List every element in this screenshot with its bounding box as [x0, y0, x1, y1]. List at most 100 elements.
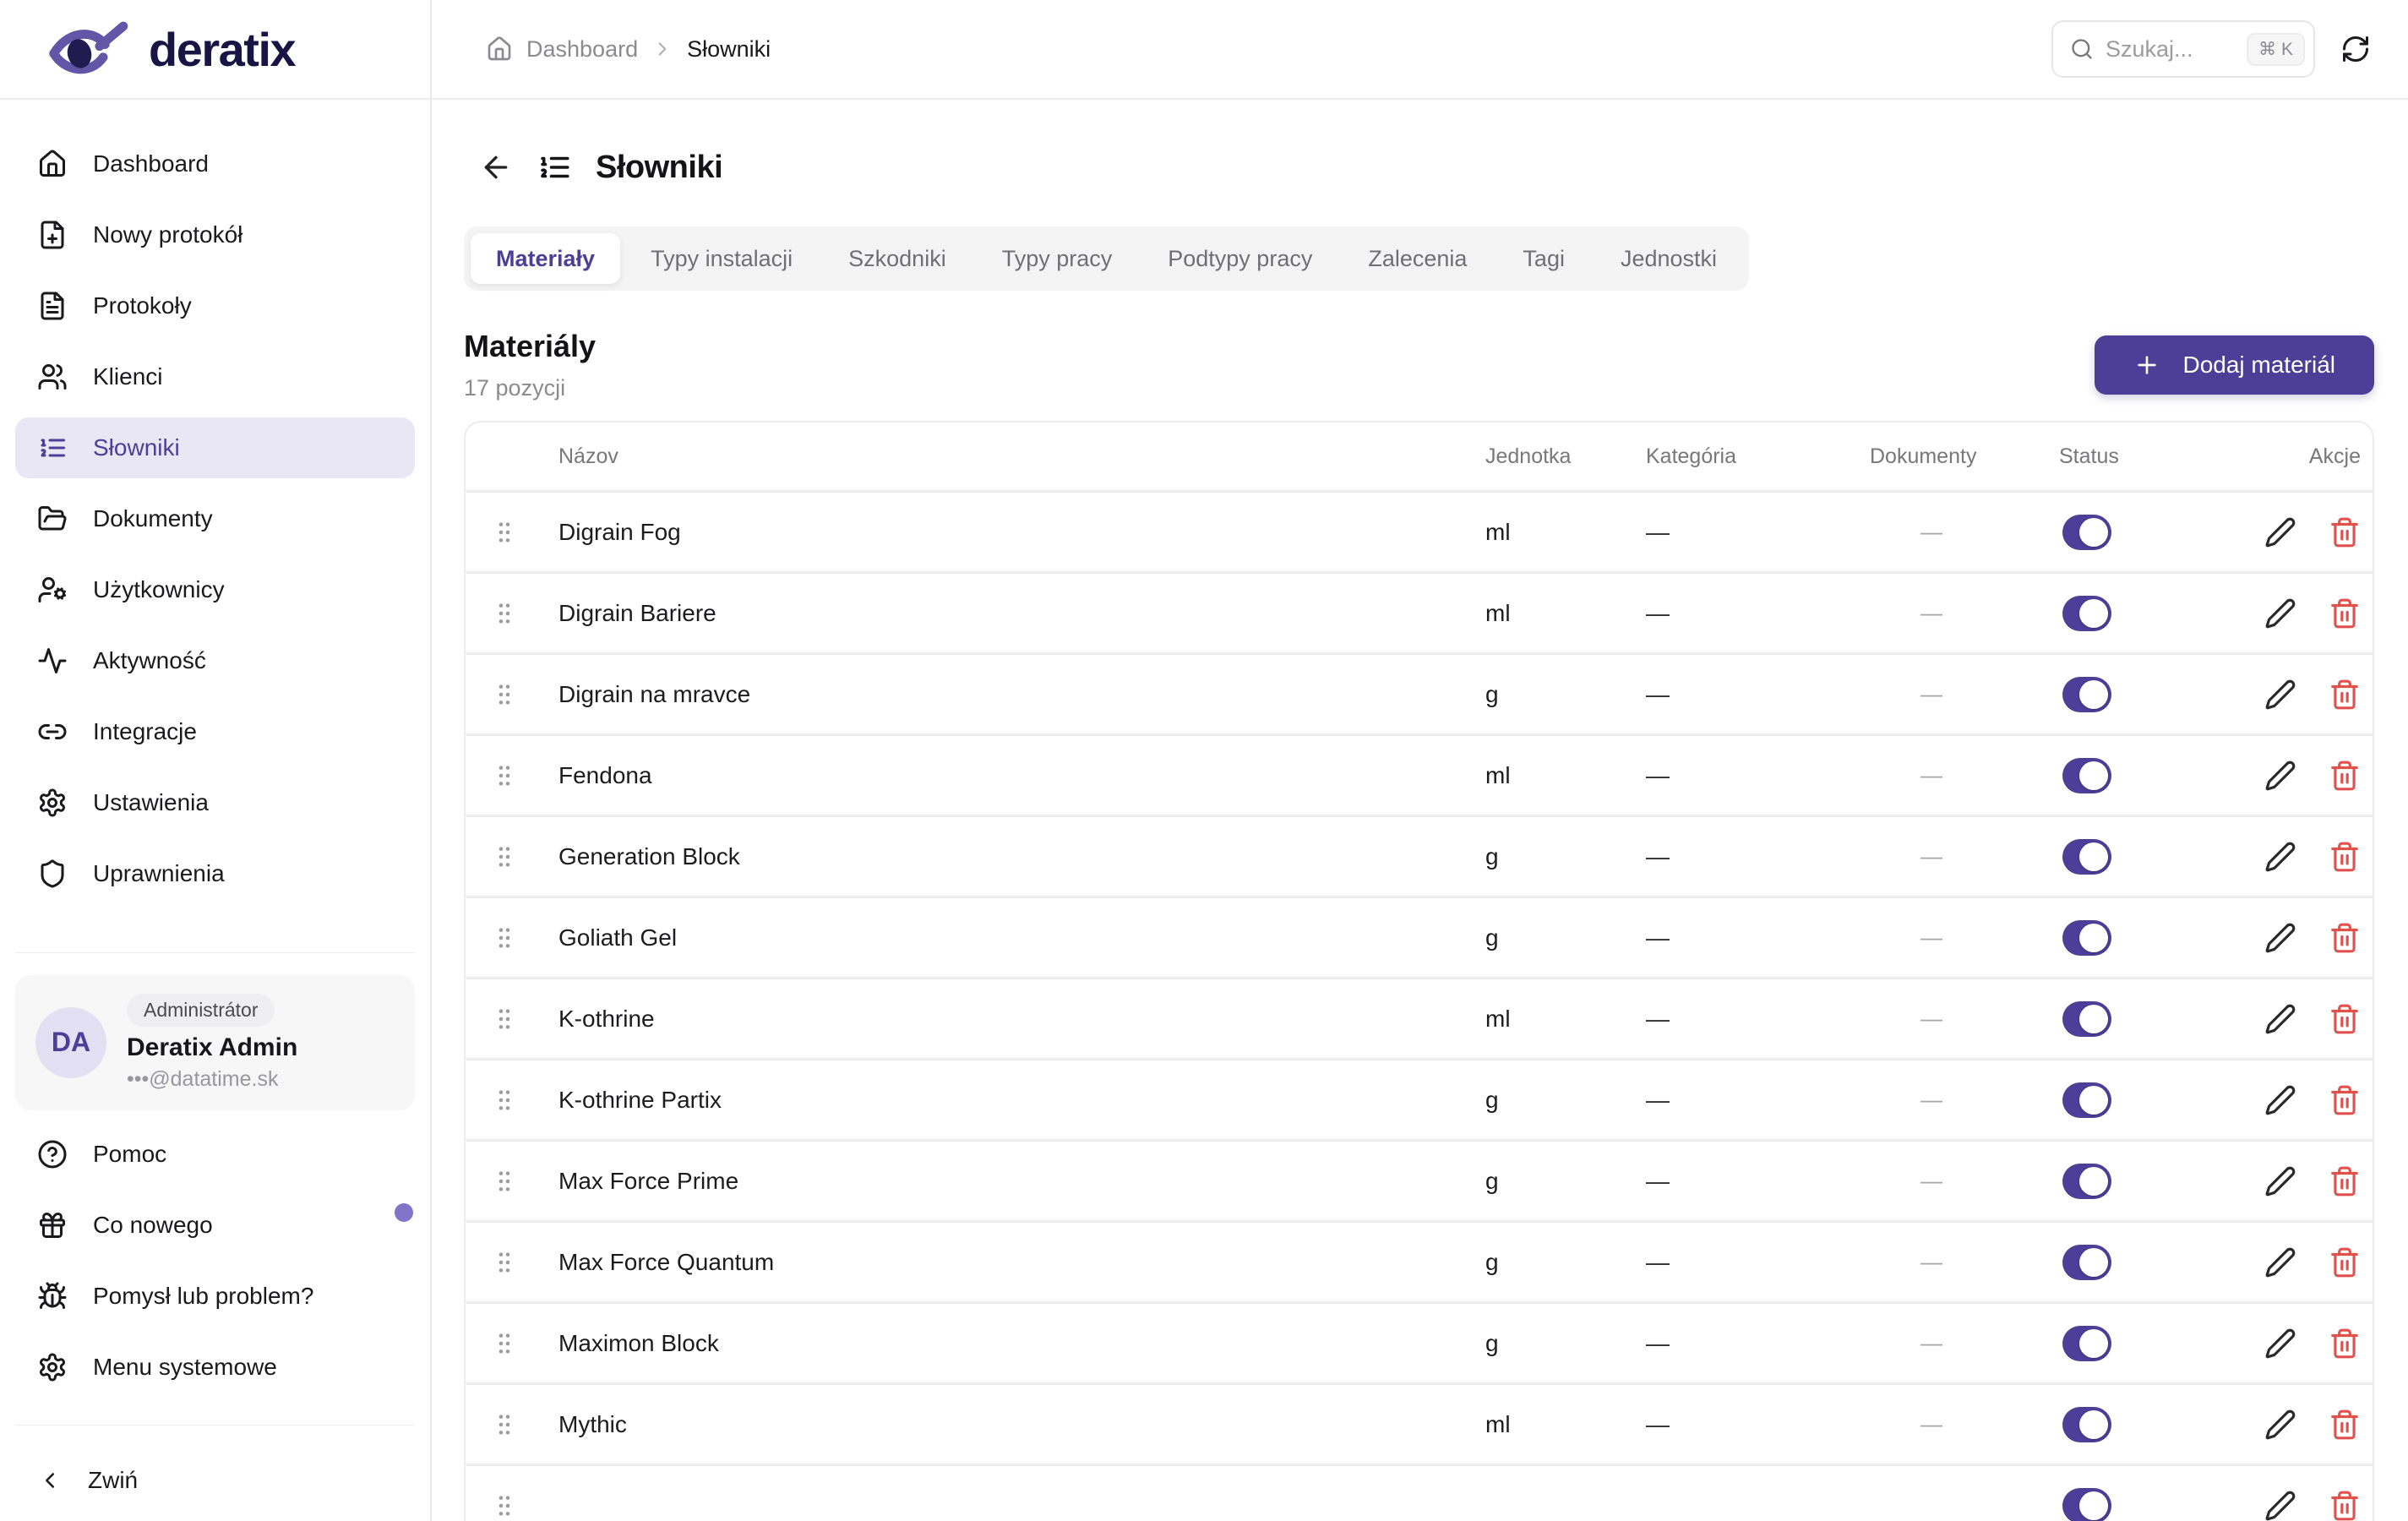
drag-handle[interactable]: [466, 1168, 548, 1195]
tab-materialy[interactable]: Materiały: [471, 233, 621, 284]
tab-podtypy-pracy[interactable]: Podtypy pracy: [1142, 233, 1337, 284]
sidebar-item-pomysl-lub-problem[interactable]: Pomysł lub problem?: [15, 1266, 415, 1327]
status-toggle[interactable]: [2062, 676, 2111, 712]
search-placeholder: Szukaj...: [2106, 35, 2193, 62]
edit-button[interactable]: [2264, 1246, 2296, 1278]
tab-typy-pracy[interactable]: Typy pracy: [977, 233, 1138, 284]
chevron-right-icon: [651, 38, 673, 60]
edit-button[interactable]: [2264, 1490, 2296, 1521]
sidebar-item-uprawnienia[interactable]: Uprawnienia: [15, 843, 415, 904]
drag-handle[interactable]: [466, 1411, 548, 1438]
trash-icon: [2331, 598, 2358, 628]
collapse-sidebar-button[interactable]: Zwiń: [15, 1450, 415, 1511]
section-title-block: Materiály 17 pozycji: [464, 330, 596, 401]
status-toggle[interactable]: [2062, 1163, 2111, 1199]
sidebar-item-slowniki[interactable]: Słowniki: [15, 417, 415, 478]
trash-icon: [2331, 679, 2358, 709]
drag-handle[interactable]: [466, 519, 548, 546]
drag-handle[interactable]: [466, 1006, 548, 1033]
tab-jednostki[interactable]: Jednostki: [1595, 233, 1742, 284]
drag-handle[interactable]: [466, 762, 548, 789]
status-toggle[interactable]: [2062, 919, 2111, 956]
tab-zalecenia[interactable]: Zalecenia: [1343, 233, 1492, 284]
status-toggle[interactable]: [2062, 1244, 2111, 1280]
edit-button[interactable]: [2264, 1003, 2296, 1035]
edit-button[interactable]: [2264, 760, 2296, 792]
delete-button[interactable]: [2329, 1003, 2361, 1035]
sidebar-item-integracje[interactable]: Integracje: [15, 701, 415, 762]
edit-button[interactable]: [2264, 841, 2296, 873]
drag-handle[interactable]: [466, 681, 548, 708]
row-unit: ml: [1485, 518, 1511, 545]
sidebar-item-label: Aktywność: [93, 647, 206, 673]
delete-button[interactable]: [2329, 1327, 2361, 1360]
sidebar-item-dokumenty[interactable]: Dokumenty: [15, 488, 415, 549]
add-material-button[interactable]: Dodaj materiál: [2095, 335, 2374, 395]
breadcrumb-home[interactable]: Dashboard: [526, 36, 638, 63]
sidebar-item-uzytkownicy[interactable]: Użytkownicy: [15, 559, 415, 620]
plus-icon: [2138, 356, 2157, 374]
tab-typy-instalacji[interactable]: Typy instalacji: [625, 233, 818, 284]
edit-button[interactable]: [2264, 1327, 2296, 1360]
edit-button[interactable]: [2264, 1165, 2296, 1197]
drag-handle[interactable]: [466, 600, 548, 627]
edit-button[interactable]: [2264, 679, 2296, 711]
delete-button[interactable]: [2329, 922, 2361, 954]
refresh-button[interactable]: [2340, 34, 2371, 64]
status-toggle[interactable]: [2062, 838, 2111, 875]
link-icon: [38, 724, 67, 739]
delete-button[interactable]: [2329, 1490, 2361, 1521]
edit-button[interactable]: [2264, 1409, 2296, 1441]
search-icon: [2070, 37, 2094, 61]
delete-button[interactable]: [2329, 1246, 2361, 1278]
drag-handle[interactable]: [466, 1087, 548, 1114]
delete-button[interactable]: [2329, 1165, 2361, 1197]
drag-handle[interactable]: [466, 843, 548, 870]
status-toggle[interactable]: [2062, 1082, 2111, 1118]
avatar: DA: [35, 1006, 106, 1078]
status-toggle[interactable]: [2062, 595, 2111, 631]
drag-handle[interactable]: [466, 1330, 548, 1357]
delete-button[interactable]: [2329, 1409, 2361, 1441]
sidebar-item-menu-systemowe[interactable]: Menu systemowe: [15, 1337, 415, 1398]
edit-button[interactable]: [2264, 1084, 2296, 1116]
brand-logo[interactable]: deratix: [0, 0, 430, 100]
status-toggle[interactable]: [2062, 1325, 2111, 1361]
search-input[interactable]: Szukaj... ⌘ K: [2051, 20, 2315, 78]
back-button[interactable]: [479, 150, 513, 184]
status-toggle[interactable]: [2062, 514, 2111, 550]
status-toggle[interactable]: [2062, 757, 2111, 793]
delete-button[interactable]: [2329, 516, 2361, 548]
delete-button[interactable]: [2329, 1084, 2361, 1116]
delete-button[interactable]: [2329, 760, 2361, 792]
status-toggle[interactable]: [2062, 1000, 2111, 1037]
drag-handle[interactable]: [466, 1249, 548, 1276]
user-profile[interactable]: DA Administrátor Deratix Admin •••@datat…: [15, 974, 415, 1110]
sidebar-item-aktywnosc[interactable]: Aktywność: [15, 630, 415, 691]
sidebar-item-co-nowego[interactable]: Co nowego: [15, 1195, 415, 1256]
drag-handle[interactable]: [466, 924, 548, 951]
sidebar-item-ustawienia[interactable]: Ustawienia: [15, 772, 415, 833]
sidebar-item-nowy-protokol[interactable]: Nowy protokół: [15, 204, 415, 265]
edit-button[interactable]: [2264, 597, 2296, 630]
sidebar-item-protokoly[interactable]: Protokoły: [15, 275, 415, 336]
row-unit: ml: [1485, 761, 1511, 788]
settings-icon: [40, 1353, 65, 1381]
status-toggle[interactable]: [2062, 1406, 2111, 1442]
sidebar-item-klienci[interactable]: Klienci: [15, 346, 415, 407]
house-icon[interactable]: [486, 35, 513, 63]
tab-tagi[interactable]: Tagi: [1497, 233, 1590, 284]
status-toggle[interactable]: [2062, 1487, 2111, 1521]
edit-button[interactable]: [2264, 922, 2296, 954]
table-row: K-othrine ml — —: [466, 977, 2373, 1058]
tab-szkodniki[interactable]: Szkodniki: [823, 233, 972, 284]
pencil-icon: [2265, 679, 2296, 709]
sidebar-item-pomoc[interactable]: Pomoc: [15, 1124, 415, 1185]
row-category: —: [1646, 1086, 1670, 1113]
drag-handle[interactable]: [466, 1492, 548, 1519]
edit-button[interactable]: [2264, 516, 2296, 548]
sidebar-item-dashboard[interactable]: Dashboard: [15, 134, 415, 194]
delete-button[interactable]: [2329, 679, 2361, 711]
delete-button[interactable]: [2329, 597, 2361, 630]
delete-button[interactable]: [2329, 841, 2361, 873]
